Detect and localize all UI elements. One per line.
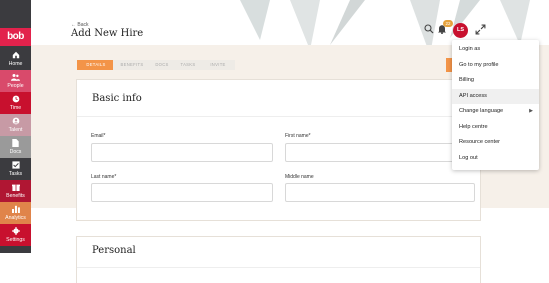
user-menu: Login as Go to my profile Billing API ac… <box>452 40 539 170</box>
personal-card: Personal <box>76 236 481 283</box>
middle-name-label: Middle name <box>285 174 314 180</box>
last-name-label: Last name* <box>91 174 117 180</box>
sidebar-item-analytics[interactable]: Analytics <box>0 202 31 224</box>
menu-item-resource-center[interactable]: Resource center <box>452 135 539 151</box>
settings-icon <box>0 227 31 237</box>
sidebar-item-label: Talent <box>8 127 23 133</box>
divider <box>77 267 480 268</box>
menu-item-go-to-profile[interactable]: Go to my profile <box>452 58 539 74</box>
sidebar-item-settings[interactable]: Settings <box>0 224 31 246</box>
tasks-icon <box>0 161 31 171</box>
search-icon[interactable] <box>424 24 434 34</box>
people-icon <box>0 73 31 83</box>
notification-badge: 22 <box>443 20 453 27</box>
page-title: Add New Hire <box>71 28 144 39</box>
talent-icon <box>0 117 31 127</box>
step-details[interactable]: DETAILS <box>77 60 115 70</box>
personal-title: Personal <box>92 245 136 256</box>
email-field[interactable] <box>91 143 273 162</box>
sidebar-item-label: Analytics <box>5 215 26 221</box>
basic-info-card: Basic info Email* First name* Last name*… <box>76 79 481 221</box>
sidebar-item-label: People <box>7 83 24 89</box>
sidebar-item-label: Tasks <box>8 171 23 177</box>
sidebar-item-home[interactable]: Home <box>0 48 31 70</box>
menu-item-log-out[interactable]: Log out <box>452 151 539 167</box>
sidebar-item-label: Home <box>8 61 23 67</box>
basic-info-title: Basic info <box>92 93 142 104</box>
time-icon <box>0 95 31 105</box>
step-tasks[interactable]: TASKS <box>173 60 203 70</box>
logo[interactable]: bob <box>0 28 31 46</box>
step-invite[interactable]: INVITE <box>201 60 235 70</box>
menu-item-label: Change language <box>459 108 504 114</box>
sidebar-item-tasks[interactable]: Tasks <box>0 158 31 180</box>
menu-item-help-centre[interactable]: Help centre <box>452 120 539 136</box>
chevron-right-icon: ▶ <box>529 108 533 114</box>
benefits-icon <box>0 183 31 193</box>
email-label: Email* <box>91 133 106 139</box>
menu-item-billing[interactable]: Billing <box>452 73 539 89</box>
avatar[interactable]: LS <box>453 23 468 38</box>
menu-item-login-as[interactable]: Login as <box>452 42 539 58</box>
sidebar-item-docs[interactable]: Docs <box>0 136 31 158</box>
step-docs[interactable]: DOCS <box>149 60 175 70</box>
analytics-icon <box>0 205 31 215</box>
sidebar-item-label: Benefits <box>6 193 25 199</box>
menu-item-api-access[interactable]: API access <box>452 88 539 104</box>
sidebar: bob Home People Time Talent Docs Tasks B… <box>0 0 31 253</box>
divider <box>77 116 480 117</box>
first-name-field[interactable] <box>285 143 475 162</box>
home-icon <box>0 51 31 61</box>
last-name-field[interactable] <box>91 183 273 202</box>
sidebar-item-label: Time <box>9 105 22 111</box>
sidebar-item-benefits[interactable]: Benefits <box>0 180 31 202</box>
sidebar-item-talent[interactable]: Talent <box>0 114 31 136</box>
app-window: bob Home People Time Talent Docs Tasks B… <box>0 0 549 283</box>
sidebar-item-label: Settings <box>6 237 25 243</box>
first-name-label: First name* <box>285 133 311 139</box>
sidebar-item-time[interactable]: Time <box>0 92 31 114</box>
menu-item-change-language[interactable]: Change language ▶ <box>452 104 539 120</box>
expand-icon[interactable] <box>475 24 486 35</box>
middle-name-field[interactable] <box>285 183 475 202</box>
step-benefits[interactable]: BENEFITS <box>113 60 151 70</box>
docs-icon <box>0 139 31 149</box>
sidebar-item-people[interactable]: People <box>0 70 31 92</box>
sidebar-item-label: Docs <box>9 149 22 155</box>
